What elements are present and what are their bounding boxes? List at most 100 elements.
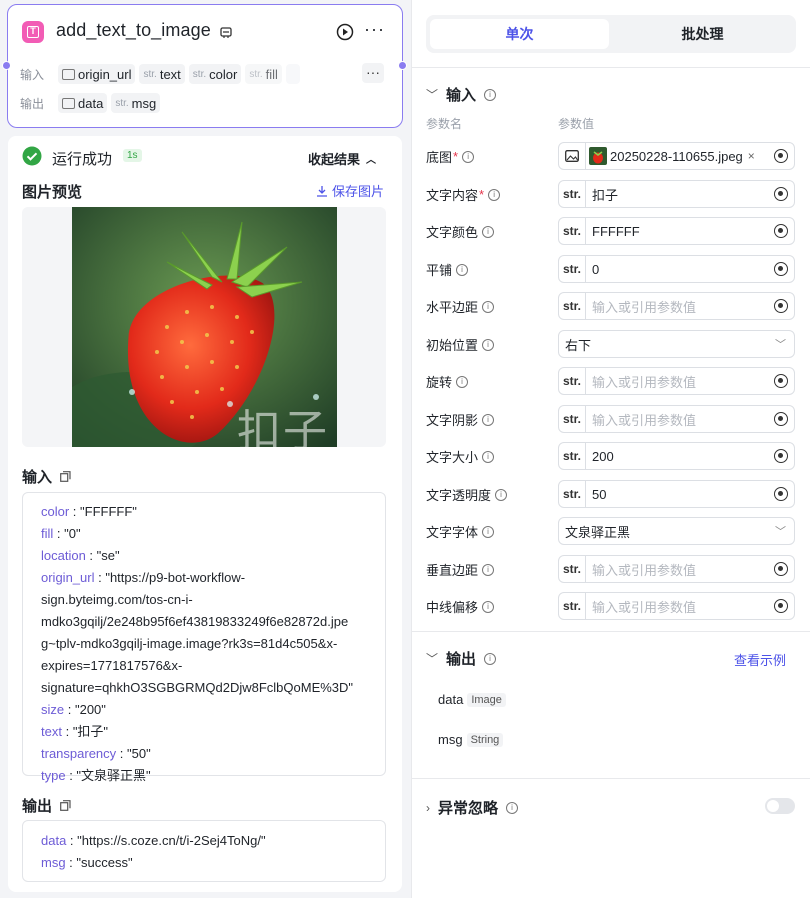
input-json-box: color : "FFFFFF" fill : "0" location : "…: [22, 492, 386, 783]
param-input[interactable]: str. 扣子: [558, 180, 795, 208]
variable-reference-icon[interactable]: [774, 374, 788, 388]
save-image-button[interactable]: 保存图片: [316, 181, 384, 200]
info-icon: i: [482, 563, 495, 576]
input-line-location: location : "se": [41, 548, 120, 563]
image-type-icon: [559, 143, 586, 169]
info-icon: i: [484, 652, 497, 665]
param-label: 初始位置 i: [426, 335, 495, 354]
workflow-node-card[interactable]: T add_text_to_image ··· 输入 origin_url st…: [2, 4, 407, 128]
variable-reference-icon[interactable]: [774, 262, 788, 276]
test-run-panel: 单次 批处理 ﹀ 输入 i 参数名 参数值 底图 * i 20250228-11065…: [411, 0, 810, 898]
variable-reference-icon[interactable]: [774, 562, 788, 576]
chevron-up-icon: ︿: [366, 155, 377, 166]
param-label: 平铺 i: [426, 260, 469, 279]
input-chip-overflow: [285, 64, 300, 84]
copy-icon[interactable]: [60, 471, 71, 482]
string-type-icon: str.: [559, 293, 586, 319]
image-type-icon: [62, 97, 75, 109]
string-type-icon: str.: [559, 406, 586, 432]
outputs-label: 输出: [20, 96, 45, 111]
run-result-panel: 运行成功 1s 收起结果 ︿ 图片预览 保存图片 扣子 输入 color: "…: [8, 136, 402, 892]
type-tag: Image: [467, 692, 506, 707]
variable-reference-icon[interactable]: [774, 487, 788, 501]
input-line-color: color : "FFFFFF": [41, 504, 137, 519]
variable-reference-icon[interactable]: [774, 224, 788, 238]
success-check-icon: [22, 146, 42, 166]
tab-single[interactable]: 单次: [430, 19, 609, 49]
type-tag: String: [466, 732, 504, 747]
input-section-header[interactable]: ﹀ 输入 i: [426, 84, 497, 105]
variable-reference-icon[interactable]: [774, 149, 788, 163]
param-input[interactable]: str. 输入或引用参数值: [558, 292, 795, 320]
param-select[interactable]: 文泉驿正黑 ﹀: [558, 517, 795, 545]
node-inputs-row: 输入 origin_url str. text str. color str. fil…: [20, 64, 300, 84]
param-input[interactable]: str. 200: [558, 442, 795, 470]
text-tool-icon: T: [22, 21, 44, 43]
variable-reference-icon[interactable]: [774, 449, 788, 463]
info-icon: i: [506, 801, 519, 814]
string-type-icon: str.: [559, 181, 586, 207]
input-chip-origin-url: origin_url: [58, 64, 136, 84]
inputs-label: 输入: [20, 67, 45, 82]
string-type-icon: str.: [559, 368, 586, 394]
param-input[interactable]: str. 0: [558, 255, 795, 283]
more-options-icon[interactable]: ···: [364, 19, 385, 40]
info-icon: i: [488, 188, 501, 201]
preview-title: 图片预览: [22, 184, 83, 201]
node-title: add_text_to_image: [56, 20, 211, 40]
string-type-icon: str.: [559, 256, 586, 282]
param-input[interactable]: str. 输入或引用参数值: [558, 592, 795, 620]
output-port[interactable]: [398, 61, 407, 70]
info-icon: i: [482, 600, 495, 613]
param-label: 旋转 i: [426, 372, 469, 391]
param-input[interactable]: str. 输入或引用参数值: [558, 405, 795, 433]
input-line-origin-url: origin_url : "https://p9-bot-workflow- s…: [41, 570, 354, 695]
run-status: 运行成功: [52, 151, 113, 168]
info-icon: i: [484, 88, 497, 101]
param-input[interactable]: str. 输入或引用参数值: [558, 367, 795, 395]
exception-toggle[interactable]: [765, 798, 795, 814]
param-input[interactable]: str. FFFFFF: [558, 217, 795, 245]
param-image-field[interactable]: 20250228-110655.jpeg ×: [558, 142, 795, 170]
info-icon: i: [495, 488, 508, 501]
copy-icon[interactable]: [60, 800, 71, 811]
collapse-results-button[interactable]: 收起结果 ︿: [308, 149, 376, 168]
download-icon: [317, 185, 327, 197]
variable-reference-icon[interactable]: [774, 412, 788, 426]
info-icon: i: [456, 263, 469, 276]
plugin-store-icon: [220, 27, 232, 38]
chevron-down-icon: ﹀: [426, 88, 439, 102]
input-port[interactable]: [2, 61, 11, 70]
output-json-box: data : "https://s.coze.cn/t/i-2Sej4ToNg/…: [22, 820, 386, 882]
input-line-size: size : "200": [41, 702, 106, 717]
param-input[interactable]: str. 50: [558, 480, 795, 508]
param-label: 文字阴影 i: [426, 410, 495, 429]
thumbnail-icon: [589, 147, 607, 165]
divider: [412, 778, 810, 779]
info-icon: i: [482, 525, 495, 538]
view-example-link[interactable]: 查看示例: [734, 650, 786, 669]
variable-reference-icon[interactable]: [774, 187, 788, 201]
string-type-icon: str.: [559, 218, 586, 244]
more-inputs-button[interactable]: ···: [362, 63, 384, 83]
chevron-down-icon: ﹀: [775, 339, 786, 351]
exception-section-header[interactable]: › 异常忽略 i: [426, 797, 519, 818]
input-chip-color: str. color: [188, 64, 242, 84]
output-line-msg: msg : "success": [41, 855, 133, 870]
variable-reference-icon[interactable]: [774, 599, 788, 613]
run-icon[interactable]: [336, 23, 354, 41]
tab-batch[interactable]: 批处理: [613, 19, 792, 49]
required-marker: *: [479, 187, 485, 202]
output-section-header[interactable]: ﹀ 输出 i: [426, 648, 497, 669]
variable-reference-icon[interactable]: [774, 299, 788, 313]
string-type-icon: str.: [559, 593, 586, 619]
input-section-title: 输入: [22, 466, 71, 487]
param-select[interactable]: 右下 ﹀: [558, 330, 795, 358]
remove-file-icon[interactable]: ×: [748, 149, 755, 163]
input-line-fill: fill : "0": [41, 526, 81, 541]
param-label: 水平边距 i: [426, 297, 495, 316]
output-chip-data: data: [58, 93, 108, 113]
string-type-icon: str.: [559, 556, 586, 582]
param-input[interactable]: str. 输入或引用参数值: [558, 555, 795, 583]
output-item-data: data Image: [438, 692, 506, 707]
